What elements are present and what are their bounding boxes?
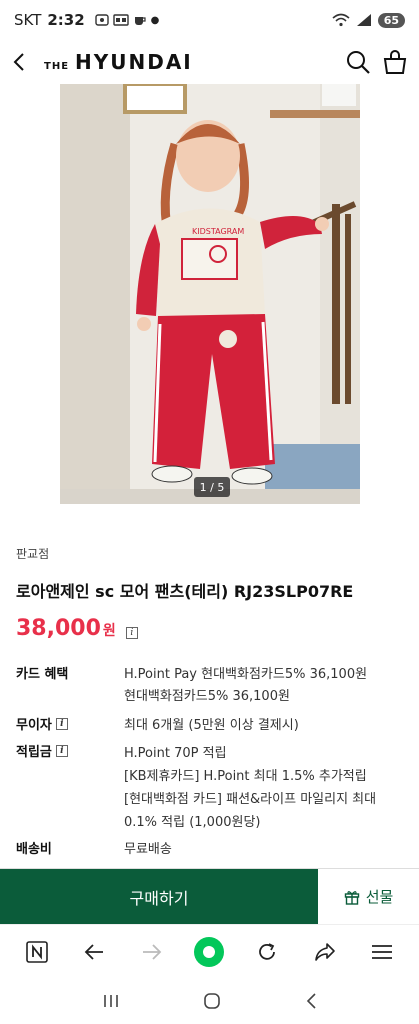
screenshot-icon bbox=[94, 14, 109, 26]
signal-icon bbox=[356, 14, 371, 26]
browser-back-button[interactable] bbox=[74, 932, 114, 972]
price-currency: 원 bbox=[102, 623, 116, 639]
naver-n-icon bbox=[25, 940, 48, 963]
cup-icon bbox=[134, 17, 146, 25]
app-header: THE HYUNDAI bbox=[0, 40, 419, 84]
detail-line: 0.1% 적립 (1,000원당) bbox=[124, 815, 261, 830]
refresh-icon bbox=[259, 942, 275, 960]
detail-label: 적립금 bbox=[16, 745, 52, 760]
svg-text:KIDSTAGRAM: KIDSTAGRAM bbox=[192, 227, 244, 236]
share-icon bbox=[314, 942, 335, 961]
product-title: 로아앤제인 sc 모어 팬츠(테리) RJ23SLP07RE bbox=[16, 582, 354, 601]
browser-back-icon bbox=[85, 943, 104, 960]
more-dot-icon: ● bbox=[150, 14, 160, 26]
gift-icon bbox=[344, 890, 359, 905]
gift-label: 선물 bbox=[365, 888, 394, 906]
store-name[interactable]: 판교점 bbox=[16, 545, 49, 562]
info-icon[interactable]: i bbox=[125, 627, 138, 639]
price: 38,000 원 i bbox=[16, 616, 138, 641]
menu-button[interactable] bbox=[362, 932, 402, 972]
naver-n-button[interactable] bbox=[17, 932, 57, 972]
brand-logo[interactable]: THE HYUNDAI bbox=[44, 50, 193, 74]
naver-home-button[interactable] bbox=[189, 932, 229, 972]
browser-toolbar bbox=[0, 924, 419, 978]
info-icon[interactable]: i bbox=[55, 718, 68, 730]
purchase-bar: 구매하기 선물 bbox=[0, 868, 419, 925]
home-icon[interactable] bbox=[203, 992, 221, 1010]
gift-button[interactable]: 선물 bbox=[318, 869, 419, 924]
detail-line: H.Point Pay 현대백화점카드5% 36,100원 bbox=[124, 667, 368, 682]
detail-label: 카드 혜택 bbox=[16, 667, 69, 682]
detail-line: 무료배송 bbox=[124, 842, 172, 857]
detail-line: [현대백화점 카드] 패션&라이프 마일리지 최대 bbox=[124, 792, 377, 807]
recent-apps-icon[interactable] bbox=[102, 993, 120, 1009]
detail-row-installment: 무이자 i 최대 6개월 (5만원 이상 결제시) bbox=[16, 715, 406, 737]
detail-line: 최대 6개월 (5만원 이상 결제시) bbox=[124, 718, 299, 733]
detail-line: 현대백화점카드5% 36,100원 bbox=[124, 689, 290, 704]
detail-line: [KB제휴카드] H.Point 최대 1.5% 추가적립 bbox=[124, 769, 367, 784]
browser-forward-button[interactable] bbox=[132, 932, 172, 972]
image-counter: 1 / 5 bbox=[194, 477, 230, 497]
brand-name: HYUNDAI bbox=[75, 50, 193, 74]
search-icon[interactable] bbox=[345, 49, 371, 75]
shopping-bag-icon[interactable] bbox=[383, 49, 407, 75]
detail-label: 배송비 bbox=[16, 842, 52, 857]
carrier-label: SKT bbox=[14, 11, 42, 29]
product-image[interactable]: KIDSTAGRAM bbox=[60, 84, 360, 504]
system-nav-bar bbox=[0, 978, 419, 1024]
detail-row-shipping: 배송비 무료배송 bbox=[16, 839, 406, 861]
brand-prefix: THE bbox=[44, 61, 70, 72]
menu-icon bbox=[372, 944, 393, 959]
status-bar: SKT 2:32 ● 65 bbox=[0, 0, 419, 40]
detail-label: 무이자 bbox=[16, 718, 52, 733]
system-back-icon[interactable] bbox=[304, 992, 318, 1010]
detail-row-points: 적립금 i H.Point 70P 적립 [KB제휴카드] H.Point 최대 … bbox=[16, 742, 406, 834]
share-button[interactable] bbox=[305, 932, 345, 972]
buy-button[interactable]: 구매하기 bbox=[0, 869, 318, 925]
price-value: 38,000 bbox=[16, 616, 101, 641]
notification-icons: ● bbox=[94, 14, 160, 26]
detail-row-card-benefit: 카드 혜택 H.Point Pay 현대백화점카드5% 36,100원 현대백화… bbox=[16, 664, 406, 708]
info-icon[interactable]: i bbox=[55, 745, 68, 757]
card-icon bbox=[112, 14, 129, 26]
battery-indicator: 65 bbox=[377, 12, 405, 28]
clock: 2:32 bbox=[47, 11, 85, 29]
product-photo: KIDSTAGRAM bbox=[60, 84, 360, 504]
refresh-button[interactable] bbox=[247, 932, 287, 972]
naver-green-dot-icon bbox=[194, 936, 225, 967]
detail-line: H.Point 70P 적립 bbox=[124, 746, 227, 761]
browser-forward-icon bbox=[142, 943, 162, 960]
back-arrow-icon[interactable] bbox=[12, 52, 26, 72]
wifi-icon bbox=[332, 13, 350, 27]
